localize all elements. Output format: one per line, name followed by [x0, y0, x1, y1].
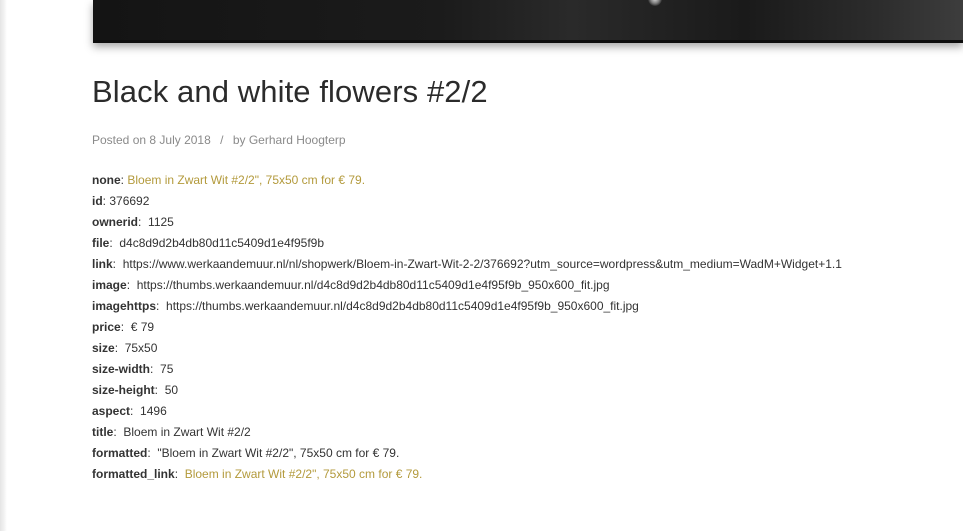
- meta-separator: /: [220, 133, 224, 147]
- field-key: link: [92, 257, 113, 271]
- field-value: 50: [164, 383, 179, 397]
- field-value: 75x50: [124, 341, 158, 355]
- featured-image[interactable]: [93, 0, 963, 43]
- field-key: file: [92, 236, 110, 250]
- field-key: none: [92, 173, 121, 187]
- field-key: title: [92, 425, 114, 439]
- field-row-price: price: € 79: [92, 317, 842, 338]
- field-separator: :: [114, 341, 125, 355]
- field-row-imagehttps: imagehttps: https://thumbs.werkaandemuur…: [92, 296, 842, 317]
- field-key: formatted_link: [92, 467, 175, 481]
- field-separator: :: [154, 383, 165, 397]
- field-row-id: id: 376692: [92, 191, 842, 212]
- posted-on-label: Posted on: [92, 133, 147, 147]
- field-key: size: [92, 341, 115, 355]
- field-row-link: link: https://www.werkaandemuur.nl/nl/sh…: [92, 254, 842, 275]
- field-key: formatted: [92, 446, 148, 460]
- field-separator: :: [147, 446, 158, 460]
- field-row-formatted_link: formatted_link: Bloem in Zwart Wit #2/2"…: [92, 464, 842, 485]
- field-row-formatted: formatted: "Bloem in Zwart Wit #2/2", 75…: [92, 443, 842, 464]
- field-value: https://thumbs.werkaandemuur.nl/d4c8d9d2…: [166, 299, 639, 313]
- field-value: Bloem in Zwart Wit #2/2: [123, 425, 251, 439]
- field-value: https://thumbs.werkaandemuur.nl/d4c8d9d2…: [136, 278, 610, 292]
- field-key: size-width: [92, 362, 151, 376]
- image-bottom-edge: [93, 40, 963, 43]
- field-separator: :: [109, 236, 120, 250]
- field-key: ownerid: [92, 215, 139, 229]
- page: Black and white flowers #2/2 Posted on 8…: [0, 0, 963, 531]
- field-separator: :: [150, 362, 161, 376]
- field-row-size-height: size-height: 50: [92, 380, 842, 401]
- field-key: imagehttps: [92, 299, 157, 313]
- field-key: aspect: [92, 404, 131, 418]
- field-value: 1125: [148, 215, 174, 229]
- field-separator: :: [126, 278, 137, 292]
- field-row-ownerid: ownerid: 1125: [92, 212, 842, 233]
- flower-highlight: [648, 0, 662, 6]
- field-value: 376692: [109, 194, 150, 208]
- field-row-file: file: d4c8d9d2b4db80d11c5409d1e4f95f9b: [92, 233, 842, 254]
- field-value: "Bloem in Zwart Wit #2/2", 75x50 cm for …: [157, 446, 400, 460]
- by-label: by: [232, 133, 246, 147]
- field-row-size: size: 75x50: [92, 338, 842, 359]
- post-meta: Posted on 8 July 2018 / by Gerhard Hoogt…: [92, 133, 346, 147]
- field-separator: :: [130, 404, 141, 418]
- field-key: image: [92, 278, 127, 292]
- field-list: none: Bloem in Zwart Wit #2/2", 75x50 cm…: [92, 170, 842, 485]
- field-separator: :: [113, 425, 124, 439]
- left-sidebar-shadow: [0, 0, 7, 531]
- field-value: https://www.werkaandemuur.nl/nl/shopwerk…: [122, 257, 842, 271]
- field-separator: :: [112, 257, 123, 271]
- field-key: price: [92, 320, 121, 334]
- post-date-link[interactable]: 8 July 2018: [149, 133, 210, 147]
- field-row-title: title: Bloem in Zwart Wit #2/2: [92, 422, 842, 443]
- post-title: Black and white flowers #2/2: [92, 74, 488, 109]
- field-value-link[interactable]: Bloem in Zwart Wit #2/2", 75x50 cm for €…: [185, 467, 423, 481]
- field-key: id: [92, 194, 103, 208]
- field-row-image: image: https://thumbs.werkaandemuur.nl/d…: [92, 275, 842, 296]
- field-separator: :: [174, 467, 185, 481]
- field-value: 1496: [140, 404, 167, 418]
- field-key: size-height: [92, 383, 155, 397]
- field-row-aspect: aspect: 1496: [92, 401, 842, 422]
- field-value: € 79: [130, 320, 155, 334]
- field-separator: :: [156, 299, 167, 313]
- field-value: d4c8d9d2b4db80d11c5409d1e4f95f9b: [119, 236, 325, 250]
- field-value: 75: [160, 362, 174, 376]
- field-row-none: none: Bloem in Zwart Wit #2/2", 75x50 cm…: [92, 170, 842, 191]
- field-separator: :: [138, 215, 149, 229]
- field-separator: :: [120, 320, 131, 334]
- author-link[interactable]: Gerhard Hoogterp: [249, 133, 346, 147]
- field-value-link[interactable]: Bloem in Zwart Wit #2/2", 75x50 cm for €…: [127, 173, 365, 187]
- field-row-size-width: size-width: 75: [92, 359, 842, 380]
